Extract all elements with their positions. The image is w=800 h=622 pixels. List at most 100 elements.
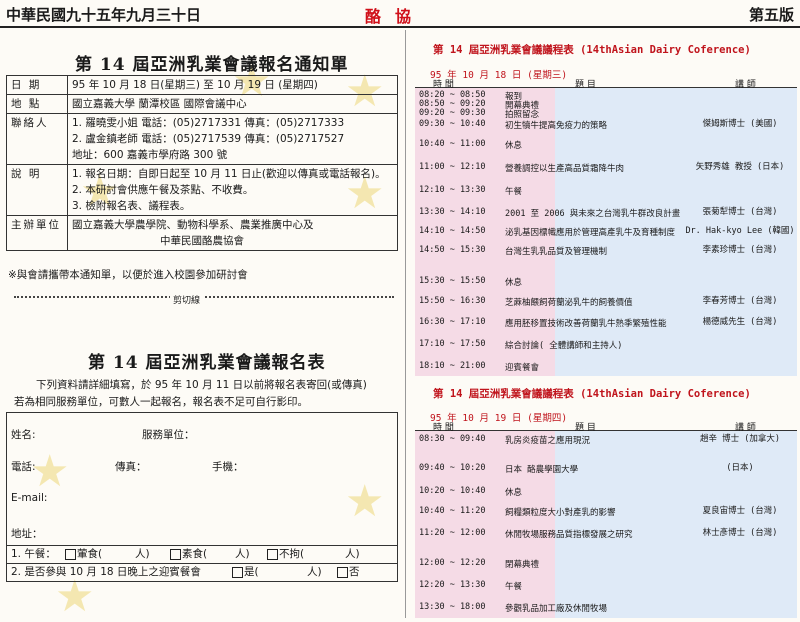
schedule-topic: 日本 酪農學園大學 (505, 465, 579, 475)
lunch-veg-option[interactable]: 素食( (170, 546, 207, 563)
contact-line: 2. 盧金鎮老師 電話：(05)2717539 傳真：(05)2717527 (72, 133, 345, 145)
dinner-row: 2. 是否參與 10 月 18 日晚上之迎賓餐會 是( 人) 否 (7, 563, 397, 581)
topic-column-shade (555, 431, 797, 618)
registration-note: 若為相同服務單位，可數人一起報名，報名表不足可自行影印。 (14, 396, 308, 408)
name-field[interactable]: 姓名: (11, 427, 36, 442)
notice-value: 1. 報名日期：自即日起至 10 月 11 日止(歡迎以傳真或電話報名)。 2.… (67, 164, 398, 216)
schedule-topic: 綜合討論( 全體講師和主持人) (505, 341, 623, 351)
schedule-day2-title: 第 14 屆亞洲乳業會議議程表 (14thAsian Dairy Coferen… (433, 388, 751, 400)
schedule-time: 10:40 ~ 11:00 (419, 139, 486, 149)
schedule-time: 11:00 ~ 12:10 (419, 162, 486, 172)
schedule-topic: 芝蔴柚餵飼荷蘭泌乳牛的飼養價值 (505, 298, 633, 308)
schedule-time: 12:00 ~ 12:20 (419, 558, 486, 568)
checkbox-icon[interactable] (232, 566, 243, 578)
schedule-topic: 應用胚移置技術改善荷蘭乳牛熱季繁殖性能 (505, 319, 667, 329)
schedule-time: 13:30 ~ 18:00 (419, 602, 486, 612)
phone-field[interactable]: 電話: (11, 459, 36, 474)
lunch-unit: 人) (235, 548, 250, 560)
schedule-time: 08:30 ~ 09:40 (419, 434, 486, 444)
notice-label: 主辦單位 (6, 215, 68, 251)
cut-line (14, 296, 394, 298)
registration-instructions: 下列資料請詳細填寫，於 95 年 10 月 11 日以前將報名表寄回(或傳真) (36, 379, 367, 391)
schedule-speaker: Dr. Hak-kyo Lee (韓國) (685, 226, 795, 236)
checkbox-icon[interactable] (65, 548, 76, 560)
mobile-field[interactable]: 手機： (212, 459, 244, 474)
notice-label: 聯絡人 (6, 113, 68, 165)
schedule-time: 10:20 ~ 10:40 (419, 486, 486, 496)
lunch-row: 1. 午餐： 葷食( 人) 素食( 人) 不拘( 人) (7, 546, 397, 563)
notice-row-venue: 地 點 國立嘉義大學 蘭潭校區 國際會議中心 (6, 94, 398, 114)
schedule-topic: 午餐 (505, 582, 523, 592)
description-line: 2. 本研討會供應午餐及茶點、不收費。 (72, 184, 254, 196)
notice-value: 國立嘉義大學農學院、動物科學系、農業推廣中心及 中華民國酪農協會 (67, 215, 398, 251)
schedule-speaker: 趙辛 博士 (加拿大) (700, 434, 780, 444)
schedule-time: 11:20 ~ 12:00 (419, 528, 486, 538)
schedule-time: 14:50 ~ 15:30 (419, 245, 486, 255)
checkbox-icon[interactable] (267, 548, 278, 560)
notice-label: 日 期 (6, 75, 68, 95)
schedule-speaker: 傑姆斯博士 (美國) (702, 119, 778, 129)
notice-label: 說 明 (6, 164, 68, 216)
header-date: 中華民國九十五年九月三十日 (6, 6, 202, 24)
notice-title: 第 14 屆亞洲乳業會議報名通知單 (75, 55, 349, 75)
schedule-topic: 休息 (505, 141, 523, 151)
address-field[interactable]: 地址： (11, 526, 43, 541)
notice-value: 1. 羅曉雯小姐 電話：(05)2717331 傳真：(05)2717333 2… (67, 113, 398, 165)
schedule-topic: 迎賓餐會 (505, 363, 540, 373)
header-publisher: 酪協 (365, 7, 426, 26)
schedule-topic: 閉幕典禮 (505, 560, 540, 570)
schedule-time: 10:40 ~ 11:20 (419, 506, 486, 516)
schedule-speaker: 夏良宙博士 (台灣) (702, 506, 778, 516)
schedule-speaker: (日本) (726, 463, 754, 473)
page-header: 中華民國九十五年九月三十日 酪協 第五版 (0, 0, 800, 28)
schedule-topic: 休息 (505, 278, 523, 288)
lunch-unit: 人) (345, 548, 360, 560)
contact-line: 1. 羅曉雯小姐 電話：(05)2717331 傳真：(05)2717333 (72, 117, 345, 129)
schedule-topic: 休閒牧場服務品質指標發展之研究 (505, 530, 633, 540)
notice-value: 95 年 10 月 18 日(星期三) 至 10 月 19 日 (星期四) (67, 75, 398, 95)
schedule-time: 15:50 ~ 16:30 (419, 296, 486, 306)
schedule-speaker: 李素珍博士 (台灣) (702, 245, 778, 255)
schedule-topic: 休息 (505, 488, 523, 498)
schedule-time: 09:40 ~ 10:20 (419, 463, 486, 473)
schedule-day2-header: 時 間 題 目 講 師 (415, 420, 797, 433)
lunch-meat-option[interactable]: 葷食( (65, 546, 102, 563)
contact-address: 地址：600 嘉義市學府路 300 號 (72, 149, 228, 161)
meal-options: 1. 午餐： 葷食( 人) 素食( 人) 不拘( 人) 2. 是否參與 10 月… (6, 545, 398, 582)
lunch-label: 1. 午餐： (11, 548, 56, 560)
unit-field[interactable]: 服務單位： (142, 427, 195, 442)
schedule-time: 16:30 ~ 17:10 (419, 317, 486, 327)
schedule-topic: 乳房炎疫苗之應用現況 (505, 436, 591, 446)
schedule-topic: 泌乳基因標幟應用於管理高產乳牛及育種制度 (505, 228, 676, 238)
cut-label: 剪切線 (170, 293, 204, 306)
organizer-line: 中華民國酪農協會 (160, 235, 244, 247)
schedule-topic: 台灣生乳乳品質及管理機制 (505, 247, 608, 257)
checkbox-icon[interactable] (337, 566, 348, 578)
registration-title: 第 14 屆亞洲乳業會議報名表 (88, 353, 326, 373)
fax-field[interactable]: 傳真： (115, 459, 147, 474)
dinner-yes-option[interactable]: 是( (232, 564, 259, 581)
schedule-day1-title: 第 14 屆亞洲乳業會議議程表 (14thAsian Dairy Coferen… (433, 44, 751, 56)
schedule-topic: 參觀乳品加工廠及休閒牧場 (505, 604, 608, 614)
schedule-topic: 初生犢牛提高免疫力的策略 (505, 121, 608, 131)
dinner-no-option[interactable]: 否 (337, 564, 360, 581)
schedule-speaker: 張菊犁博士 (台灣) (702, 207, 778, 217)
checkbox-icon[interactable] (170, 548, 181, 560)
notice-row-description: 說 明 1. 報名日期：自即日起至 10 月 11 日止(歡迎以傳真或電話報名)… (6, 164, 398, 216)
schedule-time: 12:10 ~ 13:30 (419, 185, 486, 195)
lunch-any-option[interactable]: 不拘( (267, 546, 304, 563)
schedule-speaker: 李春芳博士 (台灣) (702, 296, 778, 306)
schedule-speaker: 楊德威先生 (台灣) (702, 317, 778, 327)
notice-row-date: 日 期 95 年 10 月 18 日(星期三) 至 10 月 19 日 (星期四… (6, 75, 398, 95)
schedule-time: 14:10 ~ 14:50 (419, 226, 486, 236)
schedule-day1-header: 時 間 題 目 講 師 (415, 77, 797, 90)
dinner-label: 2. 是否參與 10 月 18 日晚上之迎賓餐會 (11, 566, 201, 578)
schedule-topic: 飼糧類粒度大小對產乳的影響 (505, 508, 616, 518)
email-field[interactable]: E-mail: (11, 492, 47, 504)
right-column: 第 14 屆亞洲乳業會議議程表 (14thAsian Dairy Coferen… (410, 30, 800, 618)
schedule-speaker: 林士彥博士 (台灣) (702, 528, 778, 538)
notice-row-organizer: 主辦單位 國立嘉義大學農學院、動物科學系、農業推廣中心及 中華民國酪農協會 (6, 215, 398, 251)
organizer-line: 國立嘉義大學農學院、動物科學系、農業推廣中心及 (72, 219, 314, 231)
schedule-time: 17:10 ~ 17:50 (419, 339, 486, 349)
schedule-time: 13:30 ~ 14:10 (419, 207, 486, 217)
